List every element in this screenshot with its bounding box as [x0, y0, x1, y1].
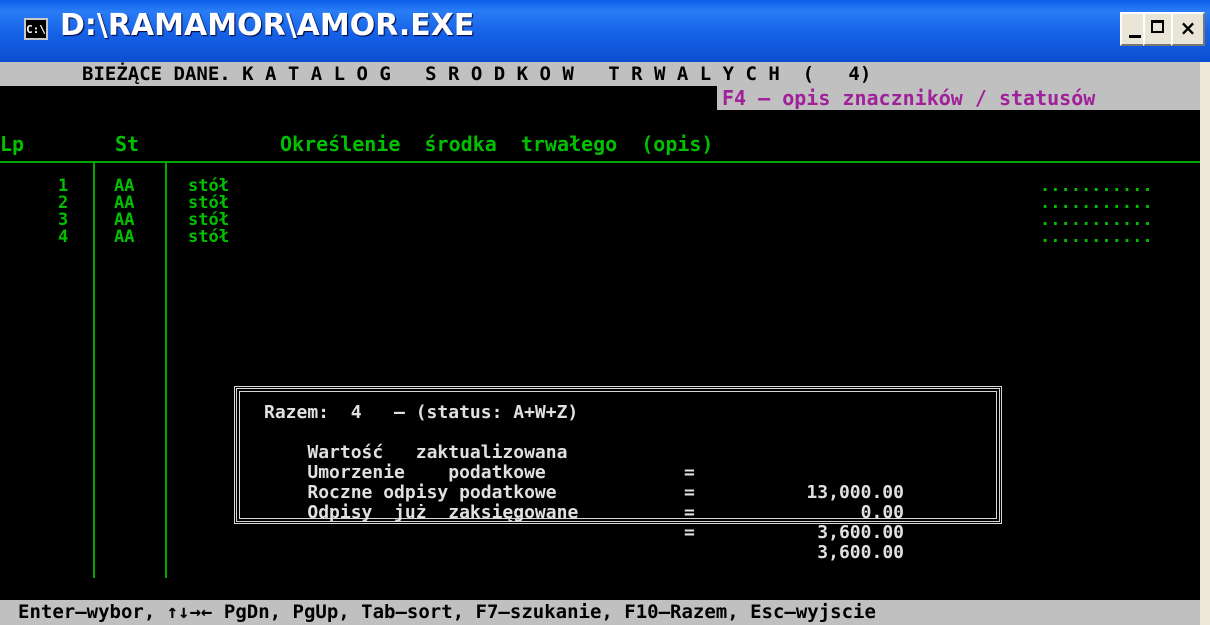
- close-icon: ×: [1179, 16, 1197, 40]
- summary-title: Razem: 4 – (status: A+W+Z): [264, 402, 579, 423]
- header-divider: [0, 161, 1200, 163]
- catalog-header: BIEŻĄCE DANE. K A T A L O G S R O D K O …: [82, 63, 872, 85]
- summary-value: 3,600.00: [817, 542, 904, 563]
- row-lp: 4: [58, 227, 69, 247]
- title-bar[interactable]: C:\ D:\RAMAMOR\AMOR.EXE ×: [0, 0, 1210, 62]
- row-st: AA: [114, 227, 135, 247]
- col-st[interactable]: St: [115, 132, 139, 156]
- close-button[interactable]: ×: [1171, 12, 1205, 46]
- summary-eq: =: [684, 462, 695, 483]
- summary-label: Odpisy już zaksięgowane: [307, 502, 579, 523]
- row-desc: stół: [188, 227, 229, 247]
- table-row[interactable]: 2 AA stół ...........: [0, 195, 1200, 212]
- summary-line: Odpisy już zaksięgowane = 3,600.00: [264, 483, 904, 583]
- f4-hint[interactable]: F4 – opis znaczników / statusów: [722, 86, 1095, 110]
- table-row[interactable]: 3 AA stół ...........: [0, 212, 1200, 229]
- summary-value: 3,600.00: [817, 522, 904, 543]
- window-title: D:\RAMAMOR\AMOR.EXE: [60, 8, 475, 43]
- summary-eq: =: [684, 502, 695, 523]
- summary-eq: =: [684, 482, 695, 503]
- summary-eq: =: [684, 522, 695, 543]
- summary-value: 0.00: [860, 502, 904, 523]
- window-border: [1200, 62, 1210, 625]
- col-desc[interactable]: Określenie środka trwałego (opis): [280, 132, 713, 156]
- key-help: Enter–wybor, ↑↓→← PgDn, PgUp, Tab–sort, …: [18, 601, 876, 623]
- col-lp[interactable]: Lp: [0, 132, 24, 156]
- console-area[interactable]: BIEŻĄCE DANE. K A T A L O G S R O D K O …: [0, 62, 1200, 625]
- table-row[interactable]: 1 AA stół ...........: [0, 178, 1200, 195]
- table-row[interactable]: 4 AA stół ...........: [0, 229, 1200, 246]
- console-icon[interactable]: C:\: [24, 18, 48, 40]
- summary-value: 13,000.00: [806, 482, 904, 503]
- row-dots: ...........: [1040, 227, 1153, 247]
